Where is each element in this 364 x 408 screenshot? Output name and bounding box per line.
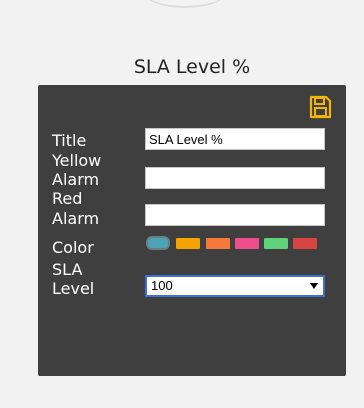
- red-alarm-label-line2: Alarm: [52, 209, 100, 228]
- top-tab-arc: [142, 0, 228, 8]
- title-input[interactable]: [145, 128, 325, 150]
- red-alarm-input[interactable]: [145, 204, 325, 226]
- sla-level-label-line2: Level: [52, 279, 95, 298]
- red-alarm-label-line1: Red: [52, 189, 83, 208]
- color-swatch-red[interactable]: [293, 238, 317, 249]
- yellow-alarm-label-line1: Yellow: [52, 151, 102, 170]
- color-swatch-orange[interactable]: [176, 238, 200, 249]
- color-label: Color: [52, 238, 94, 257]
- chevron-down-icon: [310, 283, 318, 289]
- yellow-alarm-label-line2: Alarm: [52, 170, 100, 189]
- sla-level-select[interactable]: 100: [145, 275, 325, 297]
- sla-level-label-line1: SLA: [52, 260, 83, 279]
- title-label: Title: [52, 131, 87, 150]
- color-swatch-coral[interactable]: [206, 238, 230, 249]
- color-swatch-teal[interactable]: [146, 236, 170, 250]
- color-swatch-pink[interactable]: [235, 238, 259, 249]
- settings-panel: Title Yellow Alarm Red Alarm Color SLA L…: [38, 85, 346, 376]
- color-swatch-green[interactable]: [264, 238, 288, 249]
- widget-title: SLA Level %: [133, 56, 251, 78]
- yellow-alarm-input[interactable]: [145, 167, 325, 189]
- sla-level-value: 100: [151, 278, 173, 293]
- save-icon[interactable]: [308, 95, 332, 119]
